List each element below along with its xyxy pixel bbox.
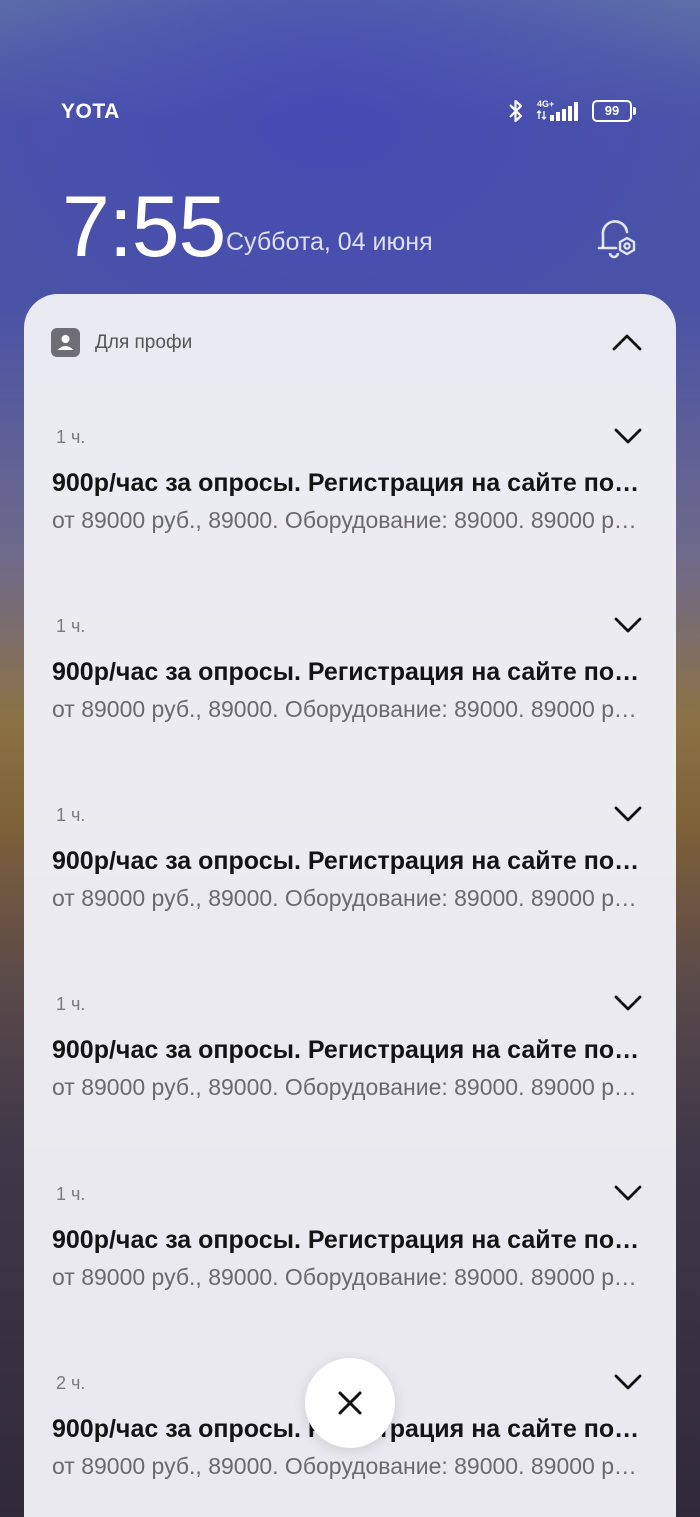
notification-title: 900р/час за опросы. Регистрация на сайте… bbox=[52, 658, 644, 686]
notification-time: 2 ч. bbox=[56, 1373, 86, 1393]
notification-group-header[interactable]: Для профи bbox=[24, 294, 676, 390]
lockscreen-date: Суббота, 04 июня bbox=[226, 228, 433, 256]
status-bar: YOTA 4G+ 99 bbox=[0, 96, 700, 128]
notification-body: от 89000 руб., 89000. Оборудование: 8900… bbox=[52, 1264, 644, 1290]
close-icon bbox=[338, 1391, 362, 1415]
chevron-up-icon[interactable] bbox=[610, 330, 644, 354]
notification-title: 900р/час за опросы. Регистрация на сайте… bbox=[52, 469, 644, 497]
chevron-down-icon[interactable] bbox=[612, 992, 644, 1014]
app-name: Для профи bbox=[95, 332, 193, 353]
network-type-label: 4G+ bbox=[537, 99, 554, 109]
notification-item[interactable]: 1 ч. 900р/час за опросы. Регистрация на … bbox=[24, 1182, 676, 1371]
notification-body: от 89000 руб., 89000. Оборудование: 8900… bbox=[52, 1074, 644, 1100]
lock-screen: YOTA 4G+ 99 7:55 Суббота, 04 июня Для пр… bbox=[0, 0, 700, 1517]
notification-item[interactable]: 1 ч. 900р/час за опросы. Регистрация на … bbox=[24, 614, 676, 803]
notification-panel: Для профи 1 ч. 900р/час за опросы. Регис… bbox=[24, 294, 676, 1517]
battery-icon: 99 bbox=[592, 100, 636, 122]
notification-time: 1 ч. bbox=[56, 805, 86, 825]
clear-all-button[interactable] bbox=[305, 1358, 395, 1448]
notification-title: 900р/час за опросы. Регистрация на сайте… bbox=[52, 1036, 644, 1064]
notification-item[interactable]: 1 ч. 900р/час за опросы. Регистрация на … bbox=[24, 803, 676, 992]
lockscreen-clock: 7:55 bbox=[62, 179, 226, 275]
status-icons: 4G+ 99 bbox=[508, 98, 636, 124]
notification-item[interactable]: 1 ч. 900р/час за опросы. Регистрация на … bbox=[24, 425, 676, 614]
chevron-down-icon[interactable] bbox=[612, 1371, 644, 1393]
notification-title: 900р/час за опросы. Регистрация на сайте… bbox=[52, 1226, 644, 1254]
signal-icon: 4G+ bbox=[536, 99, 578, 121]
chevron-down-icon[interactable] bbox=[612, 614, 644, 636]
battery-level: 99 bbox=[592, 100, 632, 122]
chevron-down-icon[interactable] bbox=[612, 1182, 644, 1204]
notification-time: 1 ч. bbox=[56, 994, 86, 1014]
notification-item[interactable]: 1 ч. 900р/час за опросы. Регистрация на … bbox=[24, 992, 676, 1181]
chevron-down-icon[interactable] bbox=[612, 803, 644, 825]
notification-time: 1 ч. bbox=[56, 1184, 86, 1204]
chevron-down-icon[interactable] bbox=[612, 425, 644, 447]
notification-time: 1 ч. bbox=[56, 427, 86, 447]
carrier-name: YOTA bbox=[61, 100, 120, 123]
notification-body: от 89000 руб., 89000. Оборудование: 8900… bbox=[52, 507, 644, 533]
notification-body: от 89000 руб., 89000. Оборудование: 8900… bbox=[52, 885, 644, 911]
notification-body: от 89000 руб., 89000. Оборудование: 8900… bbox=[52, 1453, 644, 1479]
notification-title: 900р/час за опросы. Регистрация на сайте… bbox=[52, 847, 644, 875]
app-icon bbox=[51, 328, 80, 357]
battery-tip bbox=[633, 107, 636, 115]
person-icon bbox=[57, 335, 74, 350]
notification-body: от 89000 руб., 89000. Оборудование: 8900… bbox=[52, 696, 644, 722]
notification-time: 1 ч. bbox=[56, 616, 86, 636]
bluetooth-icon bbox=[509, 99, 523, 123]
notification-settings-icon[interactable] bbox=[594, 216, 640, 262]
